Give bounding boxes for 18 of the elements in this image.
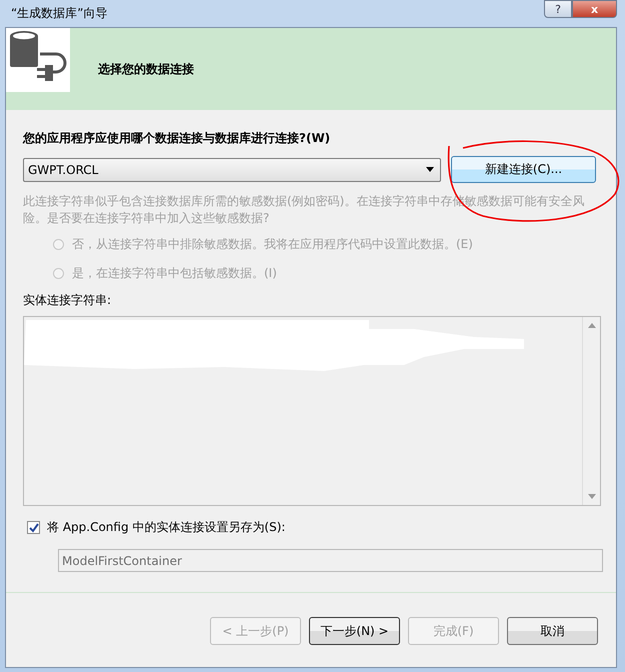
connection-string-box[interactable] <box>23 316 601 506</box>
wizard-button[interactable]: 取消 <box>507 617 598 645</box>
page-heading: 选择您的数据连接 <box>98 60 194 78</box>
window-title: “生成数据库”向导 <box>10 5 108 22</box>
wizard-button[interactable]: 下一步(N) > <box>309 617 400 645</box>
help-button[interactable]: ? <box>544 0 572 18</box>
radio-label: 否，从连接字符串中排除敏感数据。我将在应用程序代码中设置此数据。(E) <box>72 236 473 253</box>
scroll-down-icon[interactable] <box>588 494 596 499</box>
caret-icon <box>426 167 434 172</box>
connection-dropdown[interactable]: GWPT.ORCL <box>23 158 441 182</box>
new-connection-button[interactable]: 新建连接(C)... <box>451 156 596 183</box>
save-label: 将 App.Config 中的实体连接设置另存为(S): <box>47 519 286 536</box>
close-button[interactable]: x <box>572 0 617 18</box>
database-plug-icon <box>6 28 70 92</box>
radio-label: 是，在连接字符串中包括敏感数据。(I) <box>72 265 277 282</box>
connection-label: 您的应用程序应使用哪个数据连接与数据库进行连接?(W) <box>23 130 332 147</box>
entity-string-label: 实体连接字符串: <box>23 292 112 309</box>
scroll-up-icon[interactable] <box>588 323 596 328</box>
